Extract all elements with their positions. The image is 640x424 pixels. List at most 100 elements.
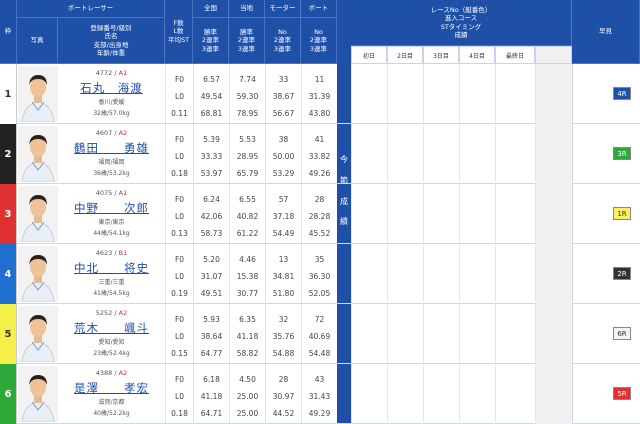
racer-photo: [18, 126, 58, 182]
stat-value: 44.52: [272, 409, 295, 418]
stat-cell: 4.46 15.38 30.77: [229, 244, 265, 304]
stat-cell: 28 30.97 44.52: [265, 364, 301, 424]
stat-value: 31.39: [308, 92, 331, 101]
stat-value: 78.95: [236, 109, 259, 118]
stat-cell: 5.93 38.64 64.77: [193, 304, 229, 364]
stat-value: 28: [278, 375, 289, 384]
racer-branch: 三重/三重: [98, 279, 125, 286]
stat-value: 57: [278, 195, 289, 204]
racer-class: A2: [118, 309, 128, 317]
stat-cell: F0 L0 0.11: [165, 64, 193, 124]
stat-value: 31.43: [308, 392, 331, 401]
racer-class: A2: [118, 129, 128, 137]
stat-value: 33: [278, 75, 289, 84]
racer-name-link[interactable]: 中野 次郎: [58, 200, 165, 216]
result-cell: [423, 184, 459, 244]
stat-value: 49.54: [200, 92, 223, 101]
stat-value: 33.33: [200, 152, 223, 161]
stat-value: 61.22: [236, 229, 259, 238]
result-cell: [459, 304, 495, 364]
racer-branch: 滋賀/京都: [98, 399, 125, 406]
result-cell: [423, 124, 459, 184]
result-cell: [351, 64, 387, 124]
stat-value: L0: [175, 332, 184, 341]
stat-cell: 6.55 40.82 61.22: [229, 184, 265, 244]
race-link-badge[interactable]: 2R: [613, 267, 631, 280]
stat-value: 0.19: [171, 289, 188, 298]
race-link-badge[interactable]: 5R: [613, 387, 631, 400]
racer-row: 2 4607 / A2 鶴田 勇雄 福岡/福岡 36歳/53.2kg F0 L0…: [0, 124, 640, 184]
zenkoku-sub: 勝率 2連率 3連率: [193, 18, 229, 64]
stat-cell: 41 33.82 49.26: [301, 124, 337, 184]
stat-value: 49.29: [308, 409, 331, 418]
racer-row: 5 5252 / A2 荒木 颯斗 愛知/愛知 23歳/52.4kg F0 L0…: [0, 304, 640, 364]
stat-value: 54.49: [272, 229, 295, 238]
racer-class: A1: [118, 69, 128, 77]
stat-cell: F0 L0 0.15: [165, 304, 193, 364]
stat-value: F0: [174, 75, 185, 84]
stat-value: 56.67: [272, 109, 295, 118]
stat-cell: 5.53 28.95 65.79: [229, 124, 265, 184]
race-link-badge[interactable]: 1R: [613, 207, 631, 220]
stat-cell: F0 L0 0.18: [165, 364, 193, 424]
stat-cell: 5.20 31.07 49.51: [193, 244, 229, 304]
stat-value: 34.81: [272, 272, 295, 281]
race-link-badge[interactable]: 6R: [613, 327, 631, 340]
stat-value: F0: [174, 135, 185, 144]
stat-value: 38.64: [200, 332, 223, 341]
stat-value: F0: [174, 195, 185, 204]
stat-cell: 38 50.00 53.29: [265, 124, 301, 184]
stat-value: 45.52: [308, 229, 331, 238]
race-link-badge[interactable]: 4R: [613, 87, 631, 100]
stat-value: 43.80: [308, 109, 331, 118]
racer-name-link[interactable]: 是澤 孝宏: [58, 380, 165, 396]
stat-value: 64.77: [200, 349, 223, 358]
stat-cell: 35 36.30 52.05: [301, 244, 337, 304]
stat-cell: 33 38.67 56.67: [265, 64, 301, 124]
racer-info: 4623 / B1 中北 将史 三重/三重 41歳/54.5kg: [58, 244, 165, 304]
racer-branch: 東京/東京: [98, 219, 125, 226]
stat-value: 0.18: [171, 169, 188, 178]
stat-value: 50.00: [272, 152, 295, 161]
racer-branch: 愛知/愛知: [98, 339, 125, 346]
junmi-cell: 2R: [572, 244, 640, 304]
stat-value: 37.18: [272, 212, 295, 221]
photo-header: 写真: [17, 18, 58, 64]
motor-header: モーター: [265, 0, 301, 18]
stat-value: 65.79: [236, 169, 259, 178]
stat-value: 28.95: [236, 152, 259, 161]
stat-value: 5.93: [203, 315, 220, 324]
stat-value: 4.46: [239, 255, 256, 264]
tochi-sub: 勝率 2連率 3連率: [229, 18, 265, 64]
racer-age-weight: 32歳/57.0kg: [93, 110, 130, 117]
result-cell-extra: [535, 64, 572, 124]
result-cell: [459, 124, 495, 184]
stat-value: 13: [278, 255, 289, 264]
racer-row: 6 4388 / A2 是澤 孝宏 滋賀/京都 40歳/52.2kg F0 L0…: [0, 364, 640, 424]
stat-value: 30.97: [272, 392, 295, 401]
racer-info: 4388 / A2 是澤 孝宏 滋賀/京都 40歳/52.2kg: [58, 364, 165, 424]
stat-value: 41.18: [200, 392, 223, 401]
race-link-badge[interactable]: 3R: [613, 147, 631, 160]
stat-value: 30.77: [236, 289, 259, 298]
st-header: F数 L数 平均ST: [165, 0, 193, 64]
result-cell: [459, 244, 495, 304]
stat-value: 54.48: [308, 349, 331, 358]
racer-name-link[interactable]: 鶴田 勇雄: [58, 140, 165, 156]
racer-age-weight: 41歳/54.5kg: [93, 290, 130, 297]
stat-value: 53.97: [200, 169, 223, 178]
racer-class: A1: [118, 189, 128, 197]
reg-class: 4623 / B1: [58, 249, 165, 257]
racer-name-link[interactable]: 石丸 海渡: [58, 80, 165, 96]
racer-info: 4075 / A1 中野 次郎 東京/東京 44歳/54.1kg: [58, 184, 165, 244]
racer-row: 3 4075 / A1 中野 次郎 東京/東京 44歳/54.1kg F0 L0…: [0, 184, 640, 244]
racer-name-link[interactable]: 荒木 颯斗: [58, 320, 165, 336]
junmi-cell: 4R: [572, 64, 640, 124]
stat-value: 54.88: [272, 349, 295, 358]
stat-value: 11: [314, 75, 325, 84]
stat-value: 6.57: [203, 75, 220, 84]
junmi-cell: 6R: [572, 304, 640, 364]
waku-number: 1: [0, 64, 17, 124]
racer-name-link[interactable]: 中北 将史: [58, 260, 165, 276]
result-cell: [351, 184, 387, 244]
